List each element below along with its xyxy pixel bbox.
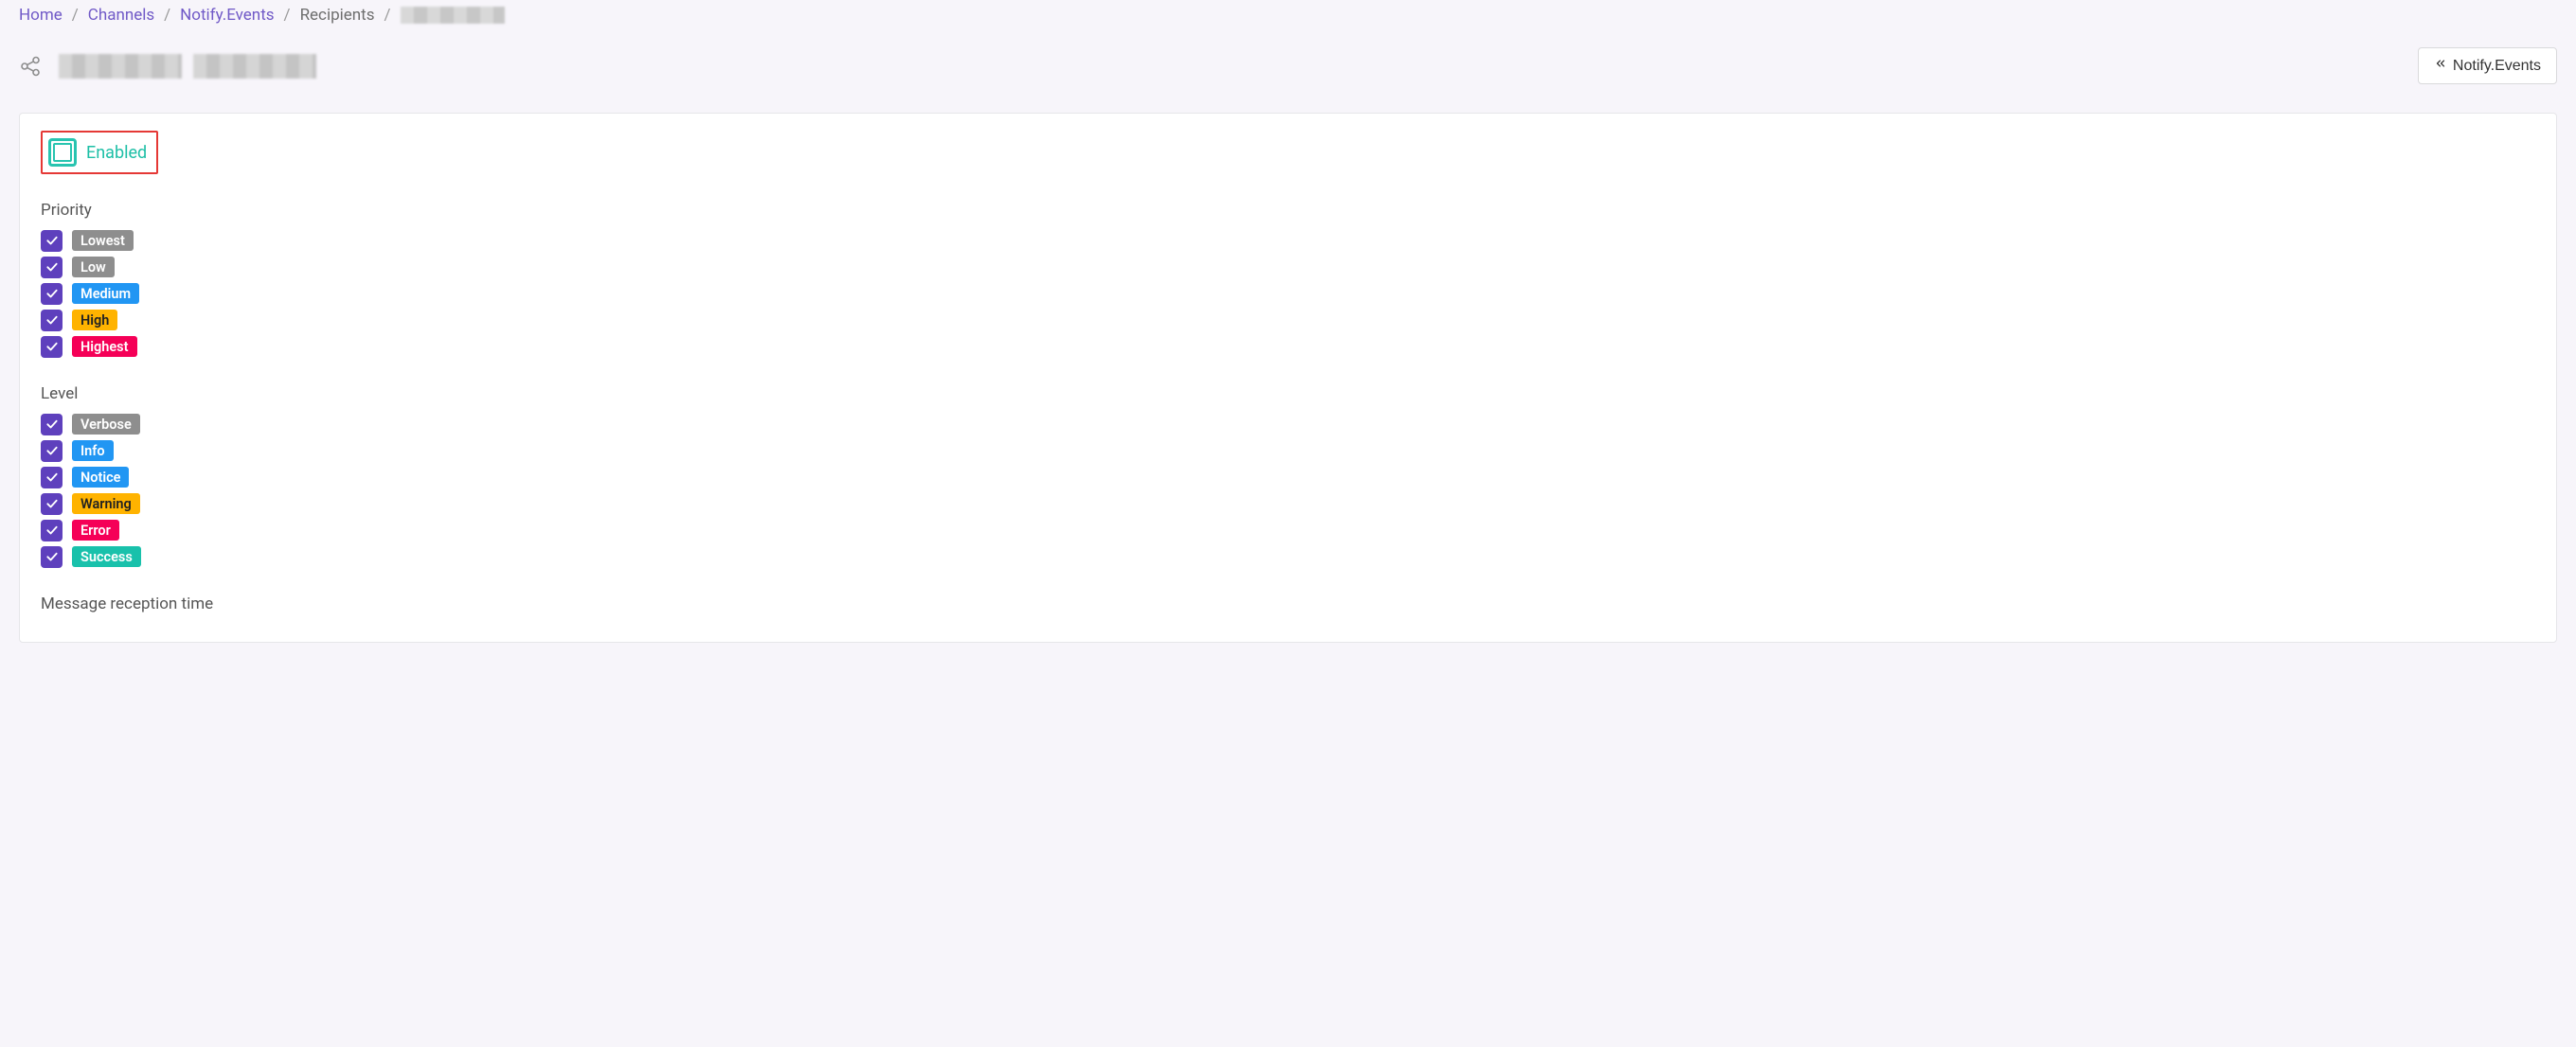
priority-row: Lowest bbox=[41, 229, 2535, 252]
back-button-label: Notify.Events bbox=[2453, 58, 2541, 75]
page-title-masked bbox=[59, 54, 316, 79]
breadcrumb: Home / Channels / Notify.Events / Recipi… bbox=[19, 0, 2557, 38]
level-row: Error bbox=[41, 519, 2535, 541]
priority-row: Low bbox=[41, 256, 2535, 278]
breadcrumb-notify-events[interactable]: Notify.Events bbox=[180, 6, 274, 25]
breadcrumb-recipients: Recipients bbox=[300, 6, 375, 25]
share-icon bbox=[19, 55, 42, 78]
priority-row: Medium bbox=[41, 282, 2535, 305]
priority-checkbox[interactable] bbox=[41, 336, 63, 358]
level-row: Info bbox=[41, 439, 2535, 462]
level-checkbox[interactable] bbox=[41, 493, 63, 515]
priority-row: High bbox=[41, 309, 2535, 331]
priority-tag: Medium bbox=[72, 283, 139, 304]
level-row: Success bbox=[41, 545, 2535, 568]
level-row: Verbose bbox=[41, 413, 2535, 435]
level-checkbox[interactable] bbox=[41, 467, 63, 488]
breadcrumb-sep: / bbox=[72, 6, 79, 25]
priority-checkbox[interactable] bbox=[41, 283, 63, 305]
breadcrumb-sep: / bbox=[284, 6, 291, 25]
level-tag: Success bbox=[72, 546, 141, 567]
priority-tag: High bbox=[72, 310, 117, 330]
level-checkbox[interactable] bbox=[41, 440, 63, 462]
priority-tag: Low bbox=[72, 257, 115, 277]
chevrons-left-icon bbox=[2434, 57, 2447, 75]
priority-title: Priority bbox=[41, 201, 2535, 220]
breadcrumb-home[interactable]: Home bbox=[19, 6, 63, 25]
breadcrumb-current-masked bbox=[401, 7, 505, 24]
level-tag: Error bbox=[72, 520, 119, 541]
priority-checkbox[interactable] bbox=[41, 310, 63, 331]
level-checkbox[interactable] bbox=[41, 414, 63, 435]
back-to-notify-events-button[interactable]: Notify.Events bbox=[2418, 47, 2557, 84]
settings-card: Enabled Priority Lowest Low Medium High High… bbox=[19, 113, 2557, 643]
priority-checkbox[interactable] bbox=[41, 230, 63, 252]
level-tag: Info bbox=[72, 440, 114, 461]
breadcrumb-sep: / bbox=[164, 6, 170, 25]
priority-checkbox[interactable] bbox=[41, 257, 63, 278]
priority-tag: Highest bbox=[72, 336, 137, 357]
priority-row: Highest bbox=[41, 335, 2535, 358]
breadcrumb-channels[interactable]: Channels bbox=[88, 6, 154, 25]
level-row: Notice bbox=[41, 466, 2535, 488]
level-row: Warning bbox=[41, 492, 2535, 515]
level-list: Verbose Info Notice Warning Error Success bbox=[41, 413, 2535, 568]
breadcrumb-sep: / bbox=[385, 6, 391, 25]
enabled-checkbox[interactable] bbox=[48, 138, 77, 167]
level-title: Level bbox=[41, 384, 2535, 403]
enabled-label: Enabled bbox=[86, 143, 147, 163]
level-checkbox[interactable] bbox=[41, 520, 63, 541]
level-tag: Notice bbox=[72, 467, 129, 488]
page-header: Notify.Events bbox=[19, 38, 2557, 113]
priority-tag: Lowest bbox=[72, 230, 134, 251]
message-reception-title: Message reception time bbox=[41, 594, 2535, 613]
priority-list: Lowest Low Medium High Highest bbox=[41, 229, 2535, 358]
level-tag: Verbose bbox=[72, 414, 140, 435]
enabled-toggle-highlight: Enabled bbox=[41, 131, 158, 174]
level-tag: Warning bbox=[72, 493, 140, 514]
level-checkbox[interactable] bbox=[41, 546, 63, 568]
